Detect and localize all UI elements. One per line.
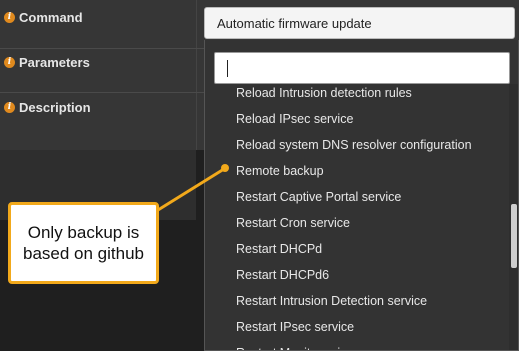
- callout-leader-line: [157, 167, 225, 212]
- callout-pointer-dot: [221, 164, 229, 172]
- cron-job-form: i Command i Parameters i Description Aut…: [0, 0, 519, 351]
- annotation-text: Only backup is based on github: [23, 223, 144, 263]
- annotation-callout: Only backup is based on github: [8, 202, 159, 284]
- callout-connector: [157, 164, 229, 212]
